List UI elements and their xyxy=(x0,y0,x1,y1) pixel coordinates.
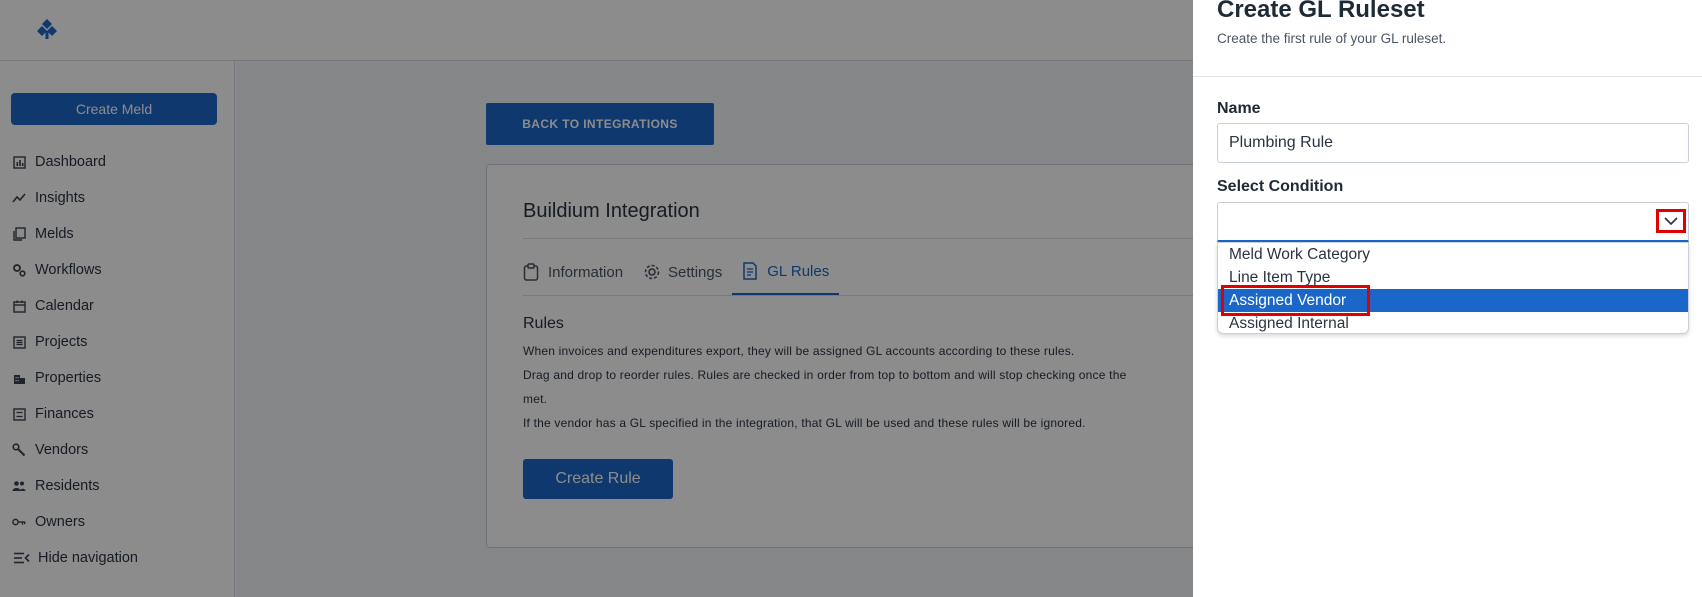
panel-subtitle: Create the first rule of your GL ruleset… xyxy=(1217,31,1447,46)
option-assigned-internal[interactable]: Assigned Internal xyxy=(1218,312,1688,335)
panel-title: Create GL Ruleset xyxy=(1217,0,1425,23)
condition-select[interactable] xyxy=(1217,202,1689,242)
name-input[interactable]: Plumbing Rule xyxy=(1217,123,1689,163)
dropdown-toggle-button[interactable] xyxy=(1656,209,1686,233)
name-label: Name xyxy=(1217,100,1261,117)
create-gl-ruleset-panel: Create GL Ruleset Create the first rule … xyxy=(1193,0,1702,597)
option-meld-work-category[interactable]: Meld Work Category xyxy=(1218,243,1688,266)
condition-dropdown-list: Meld Work Category Line Item Type Assign… xyxy=(1217,242,1689,334)
modal-backdrop[interactable] xyxy=(0,0,1193,597)
divider xyxy=(1193,76,1702,77)
select-condition-label: Select Condition xyxy=(1217,178,1344,195)
option-assigned-vendor[interactable]: Assigned Vendor xyxy=(1218,285,1688,316)
chevron-down-icon xyxy=(1664,217,1678,225)
